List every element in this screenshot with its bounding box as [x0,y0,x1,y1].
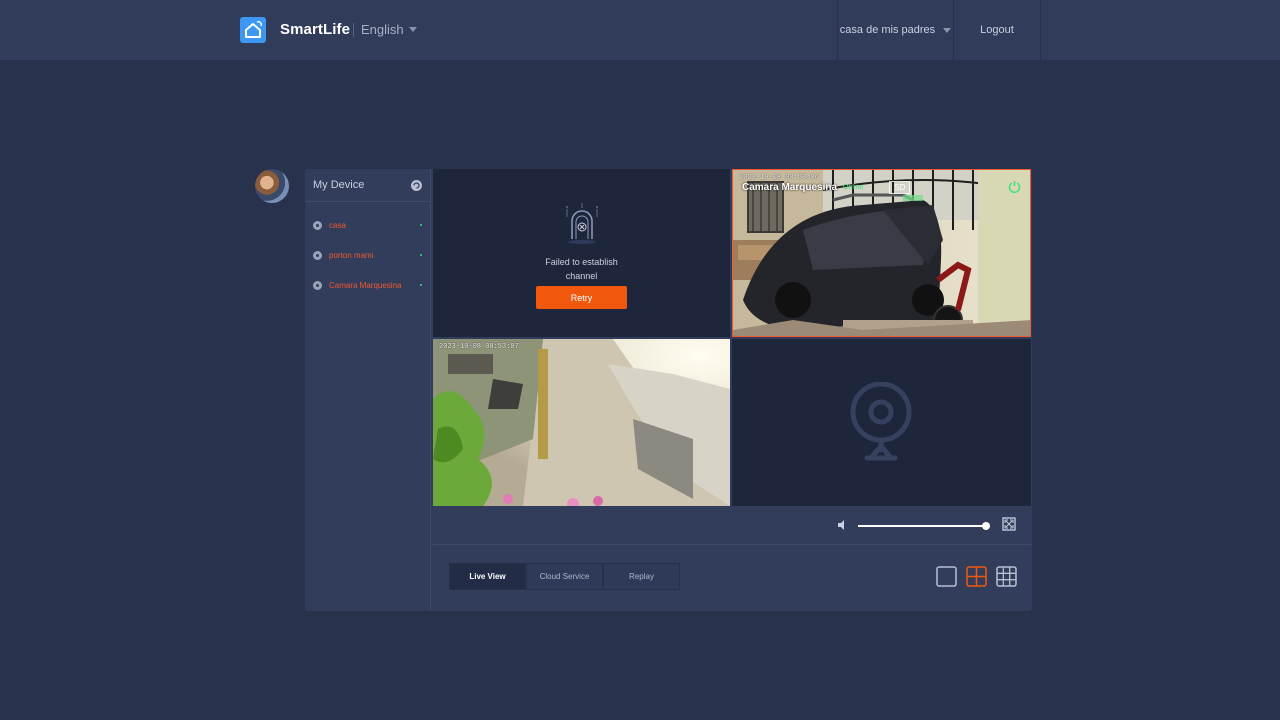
tab-replay[interactable]: Replay [603,563,680,590]
device-panel: My Device casa porton mami Camara Marque… [305,169,1032,611]
online-status-dot [420,224,422,226]
tab-cloud-service[interactable]: Cloud Service [526,563,603,590]
sidebar-header: My Device [305,169,430,202]
logout-button[interactable]: Logout [954,0,1041,60]
device-name: casa [329,220,346,230]
retry-button[interactable]: Retry [536,286,627,309]
app-name[interactable]: SmartLife [280,21,350,38]
tab-live-view[interactable]: Live View [449,563,526,590]
video-tile-2[interactable]: 2023-10-08 08:53:06 Camara Marquesina On… [732,169,1031,337]
camera-placeholder-icon [850,382,912,461]
camera-overlay: Camara Marquesina Online SD [733,176,1030,198]
grid-layout-selector [936,566,1017,587]
smartlife-logo-icon[interactable] [240,17,266,43]
connection-failed-icon [565,203,598,244]
video-timestamp: 2023-10-08 08:53:07 [439,343,519,351]
header-divider [353,23,354,37]
power-icon[interactable] [1008,180,1021,193]
camera-icon [313,280,322,290]
video-tile-1[interactable]: Failed to establish channel Retry [433,169,730,337]
top-navigation-bar: SmartLife English casa de mis padres Log… [0,0,1280,60]
volume-slider-handle[interactable] [982,522,990,530]
view-tabs: Live View Cloud Service Replay [449,563,680,590]
device-name: porton mami [329,250,374,260]
chevron-down-icon [943,27,952,33]
online-status-dot [420,284,422,286]
nine-view-icon[interactable] [996,566,1017,587]
home-name: casa de mis padres [839,24,936,36]
device-name: Camara Marquesina [329,280,402,290]
device-item-camara-marquesina[interactable]: Camara Marquesina [305,270,430,300]
camera-icon [313,220,322,230]
refresh-icon[interactable] [411,179,422,191]
online-status-dot [420,254,422,256]
user-avatar[interactable] [255,169,289,203]
playback-control-bar [433,507,1031,545]
fullscreen-icon[interactable] [1002,517,1016,531]
device-item-casa[interactable]: casa [305,210,430,240]
camera-name: Camara Marquesina [742,181,838,193]
device-item-porton-mami[interactable]: porton mami [305,240,430,270]
language-label: English [361,22,404,37]
error-message: Failed to establish channel [545,257,618,281]
video-tile-3[interactable]: 2023-10-08 08:53:07 [433,339,730,506]
home-selector[interactable]: casa de mis padres [837,0,954,60]
quad-view-icon[interactable] [966,566,987,587]
language-selector[interactable]: English [361,22,417,37]
device-sidebar: My Device casa porton mami Camara Marque… [305,169,431,611]
chevron-down-icon [408,27,417,32]
video-tile-4[interactable] [732,339,1031,506]
live-video-feed [433,339,730,506]
quality-toggle[interactable]: SD [889,180,911,194]
connection-error: Failed to establish channel Retry [433,201,730,309]
camera-icon [313,250,322,260]
device-list: casa porton mami Camara Marquesina [305,202,430,300]
volume-slider[interactable] [858,522,990,530]
volume-icon[interactable] [836,519,848,531]
camera-status: Online [843,183,864,191]
single-view-icon[interactable] [936,566,957,587]
sidebar-title: My Device [313,179,365,191]
